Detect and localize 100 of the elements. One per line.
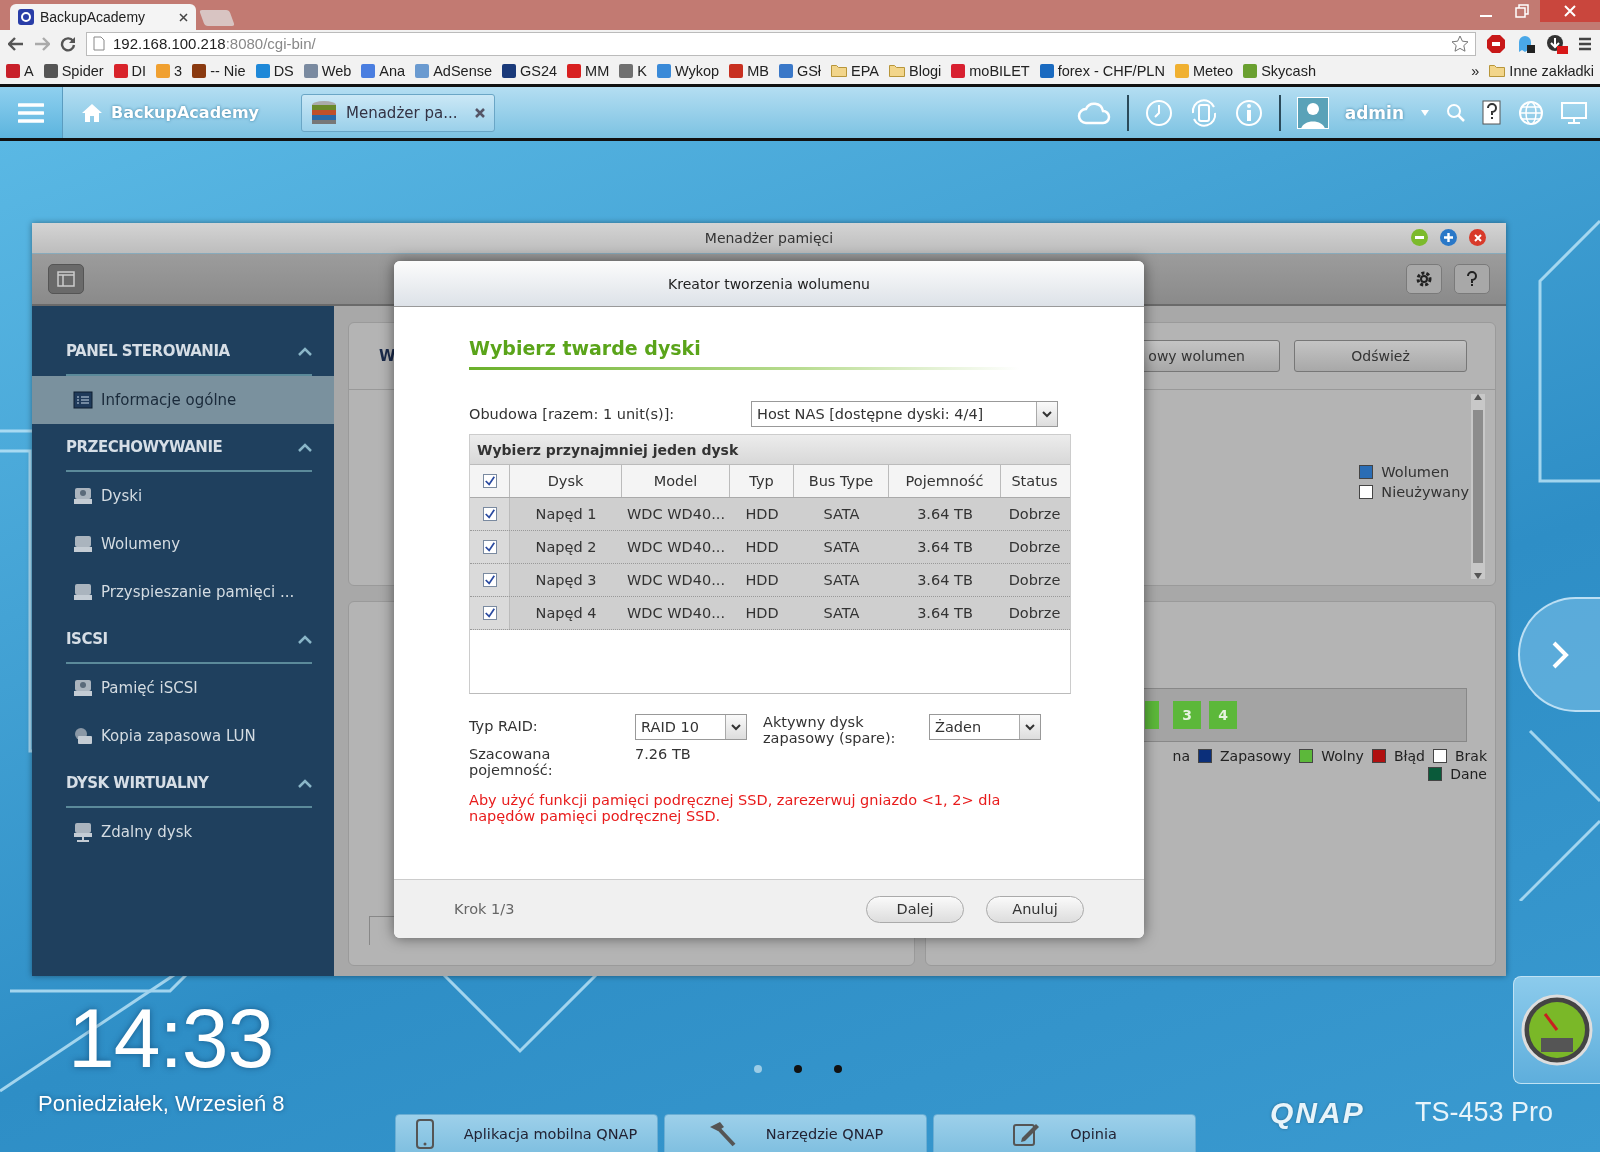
- avatar-icon[interactable]: [1296, 96, 1329, 129]
- sidebar-item[interactable]: Pamięć iSCSI: [32, 664, 334, 712]
- refresh-button[interactable]: Odśwież: [1294, 340, 1467, 372]
- bookmark[interactable]: GS24: [502, 62, 558, 79]
- spare-disk-dropdown[interactable]: Żaden: [929, 714, 1041, 740]
- more-bookmarks-button[interactable]: »: [1471, 62, 1480, 79]
- checkbox[interactable]: [482, 606, 497, 620]
- table-cell-text: SATA: [822, 604, 861, 623]
- checkbox[interactable]: [482, 573, 497, 587]
- dock-button[interactable]: Aplikacja mobilna QNAP: [395, 1114, 658, 1152]
- folder-icon: [889, 64, 905, 77]
- bookmark[interactable]: 3: [156, 62, 183, 79]
- menu-icon[interactable]: [1578, 36, 1592, 51]
- bookmark[interactable]: DS: [255, 62, 294, 79]
- sidebar-item[interactable]: Kopia zapasowa LUN: [32, 712, 334, 760]
- sidebar-item[interactable]: Dyski: [32, 472, 334, 520]
- bookmark[interactable]: Ana: [361, 62, 406, 79]
- cancel-button[interactable]: Anuluj: [986, 895, 1084, 923]
- page-indicator-dot[interactable]: [834, 1065, 842, 1073]
- stop-sign-icon[interactable]: [1486, 33, 1506, 54]
- menu-icon: [18, 101, 44, 124]
- back-icon[interactable]: [8, 36, 24, 51]
- page-indicator-dot[interactable]: [794, 1065, 802, 1073]
- scroll-up-icon[interactable]: [1474, 394, 1482, 400]
- column-header[interactable]: Bus Type: [794, 465, 889, 497]
- enclosure-dropdown[interactable]: Host NAS [dostępne dyski: 4/4]: [751, 401, 1058, 427]
- field-label: Aktywny dysk zapasowy (spare):: [763, 714, 897, 746]
- bookmark[interactable]: Wykop: [656, 62, 720, 79]
- table-row[interactable]: Napęd 1 WDC WD40... HDD SATA 3.64 TB Dobrze: [470, 498, 1070, 531]
- bookmark[interactable]: Spider: [43, 62, 104, 79]
- column-header[interactable]: Status: [1001, 465, 1068, 497]
- close-button[interactable]: [1540, 0, 1600, 22]
- table-cell-text: SATA: [822, 571, 861, 590]
- bookmark[interactable]: DI: [113, 62, 147, 79]
- dock-button[interactable]: Narzędzie QNAP: [664, 1114, 927, 1152]
- raid-type-dropdown[interactable]: RAID 10: [635, 714, 747, 740]
- checkbox[interactable]: [482, 507, 497, 521]
- bookmark[interactable]: Meteo: [1174, 62, 1234, 79]
- bookmark[interactable]: EPA: [831, 62, 879, 79]
- bookmark[interactable]: Skycash: [1243, 62, 1316, 79]
- bookmark[interactable]: MM: [567, 62, 610, 79]
- download-icon[interactable]: [1546, 33, 1568, 54]
- scroll-down-icon[interactable]: [1474, 573, 1482, 579]
- tab-label[interactable]: W: [379, 347, 396, 365]
- dock-button[interactable]: Opinia: [933, 1114, 1196, 1152]
- table-cell-text: 3.64 TB: [916, 538, 974, 557]
- table-row[interactable]: Napęd 4 WDC WD40... HDD SATA 3.64 TB Dobrze: [470, 597, 1070, 630]
- table-row[interactable]: Napęd 2 WDC WD40... HDD SATA 3.64 TB Dobrze: [470, 531, 1070, 564]
- bookmark[interactable]: A: [6, 62, 34, 79]
- minimize-button[interactable]: [1411, 229, 1428, 246]
- bookmark[interactable]: Web: [303, 62, 352, 79]
- sidebar-item[interactable]: Zdalny dysk: [32, 808, 334, 856]
- scrollbar[interactable]: [1471, 394, 1485, 579]
- settings-button[interactable]: [1406, 264, 1442, 294]
- close-button[interactable]: [1469, 229, 1486, 246]
- phone-icon: [415, 1119, 434, 1149]
- table-row[interactable]: Napęd 3 WDC WD40... HDD SATA 3.64 TB Dobrze: [470, 564, 1070, 597]
- address-field[interactable]: 192.168.100.218:8080/cgi-bin/: [86, 31, 1476, 56]
- bookmark[interactable]: -- Nie: [192, 62, 246, 79]
- bookmark[interactable]: forex - CHF/PLN: [1039, 62, 1165, 79]
- layout-toggle-button[interactable]: [48, 264, 84, 294]
- help-button[interactable]: [1454, 264, 1490, 294]
- bookmark[interactable]: moBILET: [951, 62, 1030, 79]
- folder-icon: [831, 64, 848, 77]
- dashboard-widget[interactable]: [1513, 976, 1600, 1084]
- disk-stack-icon: [310, 98, 338, 127]
- star-icon[interactable]: [1451, 34, 1469, 53]
- reload-icon[interactable]: [60, 35, 76, 52]
- legend-item: na: [1172, 748, 1190, 764]
- column-header[interactable]: Dysk: [510, 465, 622, 497]
- ghost-icon[interactable]: [1516, 33, 1536, 54]
- close-icon[interactable]: [179, 12, 188, 22]
- checkbox[interactable]: [482, 540, 497, 554]
- checkbox[interactable]: [482, 474, 497, 488]
- chevron-up-icon[interactable]: [298, 346, 312, 356]
- bookmark[interactable]: AdSense: [415, 62, 492, 79]
- close-icon[interactable]: [474, 106, 486, 119]
- next-button[interactable]: Dalej: [866, 895, 964, 923]
- hard-drive-icon: [73, 487, 93, 505]
- drive-icon: [73, 535, 93, 553]
- bookmark[interactable]: K: [619, 62, 647, 79]
- column-header[interactable]: Pojemność: [889, 465, 1001, 497]
- sidebar-item[interactable]: Przyspieszanie pamięci ...: [32, 568, 334, 616]
- app-tab[interactable]: Menadżer pa...: [301, 93, 495, 132]
- next-page-button[interactable]: [1518, 597, 1600, 712]
- bookmark[interactable]: MB: [729, 62, 769, 79]
- maximize-button[interactable]: [1440, 229, 1457, 246]
- chevron-up-icon[interactable]: [298, 634, 312, 644]
- bookmark[interactable]: Blogi: [889, 62, 942, 79]
- bookmark[interactable]: GSł: [778, 62, 822, 79]
- page-indicator-dot[interactable]: [754, 1065, 762, 1073]
- sidebar-item[interactable]: Wolumeny: [32, 520, 334, 568]
- column-header[interactable]: Model: [622, 465, 730, 497]
- chevron-up-icon[interactable]: [298, 778, 312, 788]
- browser-tab[interactable]: BackupAcademy: [10, 4, 196, 30]
- sidebar-item[interactable]: Informacje ogólne: [32, 376, 334, 424]
- column-header[interactable]: Typ: [730, 465, 794, 497]
- bookmark-folder[interactable]: Inne zakładki: [1489, 62, 1594, 79]
- help-icon[interactable]: [1482, 99, 1502, 126]
- chevron-up-icon[interactable]: [298, 442, 312, 452]
